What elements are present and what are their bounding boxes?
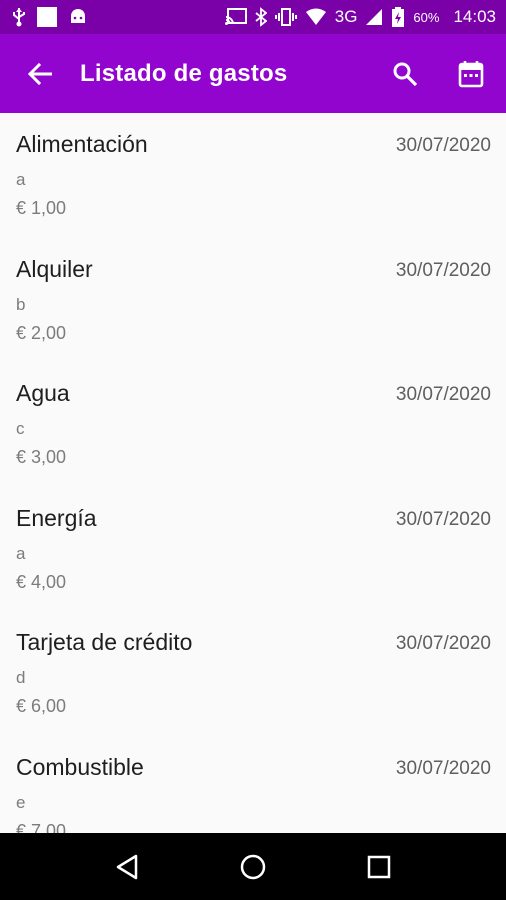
cast-icon [224,8,247,26]
expense-description: b [16,294,26,314]
search-icon [392,61,418,87]
expense-description: e [16,792,26,812]
expense-date: 30/07/2020 [395,508,491,530]
vibrate-icon [274,8,297,26]
nav-recents-button[interactable] [359,851,399,883]
expense-date: 30/07/2020 [395,135,491,156]
expense-description: d [16,668,26,687]
page-title: Listado de gastos [80,59,288,87]
expense-description: a [16,543,26,563]
expense-amount: € 2,00 [16,322,67,343]
list-item[interactable]: Energía 30/07/2020 a € 4,00 [0,487,506,612]
square-recents-icon [367,855,391,879]
signal-icon [365,8,383,26]
expense-list[interactable]: Alimentación 30/07/2020 a € 1,00 Alquile… [0,113,506,833]
arrow-back-icon [28,62,52,85]
expense-name: Combustible [16,753,144,780]
expense-description: c [16,419,25,438]
wifi-icon [305,8,327,26]
calendar-button[interactable] [438,34,504,113]
calendar-icon [458,60,484,88]
status-bar-system: 3G 60% 14:03 [224,7,496,27]
expense-amount: € 1,00 [16,198,67,218]
nav-back-button[interactable] [107,851,147,883]
expense-amount: € 3,00 [16,447,67,467]
expense-date: 30/07/2020 [395,384,491,405]
network-type-label: 3G [334,7,358,26]
system-navigation-bar [0,833,506,900]
image-notification-icon [36,6,58,28]
list-item[interactable]: Alimentación 30/07/2020 a € 1,00 [0,113,506,238]
battery-percent: 60% [413,9,440,25]
search-button[interactable] [372,34,438,113]
expense-amount: € 4,00 [16,571,67,592]
expense-name: Alimentación [16,131,148,157]
expense-name: Tarjeta de crédito [16,629,193,655]
expense-amount: € 7,00 [16,820,67,834]
expense-description: a [16,170,26,189]
expense-amount: € 6,00 [16,696,67,716]
expense-name: Agua [16,380,70,406]
list-item[interactable]: Alquiler 30/07/2020 b € 2,00 [0,238,506,363]
clock: 14:03 [453,7,496,26]
expense-name: Alquiler [16,255,93,282]
expense-date: 30/07/2020 [395,259,491,281]
back-button[interactable] [0,34,80,113]
list-item[interactable]: Agua 30/07/2020 c € 3,00 [0,362,506,487]
expense-date: 30/07/2020 [395,633,491,654]
expense-date: 30/07/2020 [395,757,491,779]
bluetooth-icon [255,7,267,27]
battery-charging-icon [391,7,405,27]
status-bar-notifications [12,6,88,28]
expense-name: Energía [16,504,97,531]
nav-home-button[interactable] [233,851,273,883]
list-item[interactable]: Tarjeta de crédito 30/07/2020 d € 6,00 [0,611,506,736]
list-item[interactable]: Combustible 30/07/2020 e € 7,00 [0,736,506,834]
status-bar: 3G 60% 14:03 [0,0,506,34]
android-icon [68,7,88,27]
app-bar: Listado de gastos [0,34,506,113]
circle-home-icon [239,853,267,881]
usb-icon [12,7,26,27]
triangle-back-icon [115,854,139,880]
